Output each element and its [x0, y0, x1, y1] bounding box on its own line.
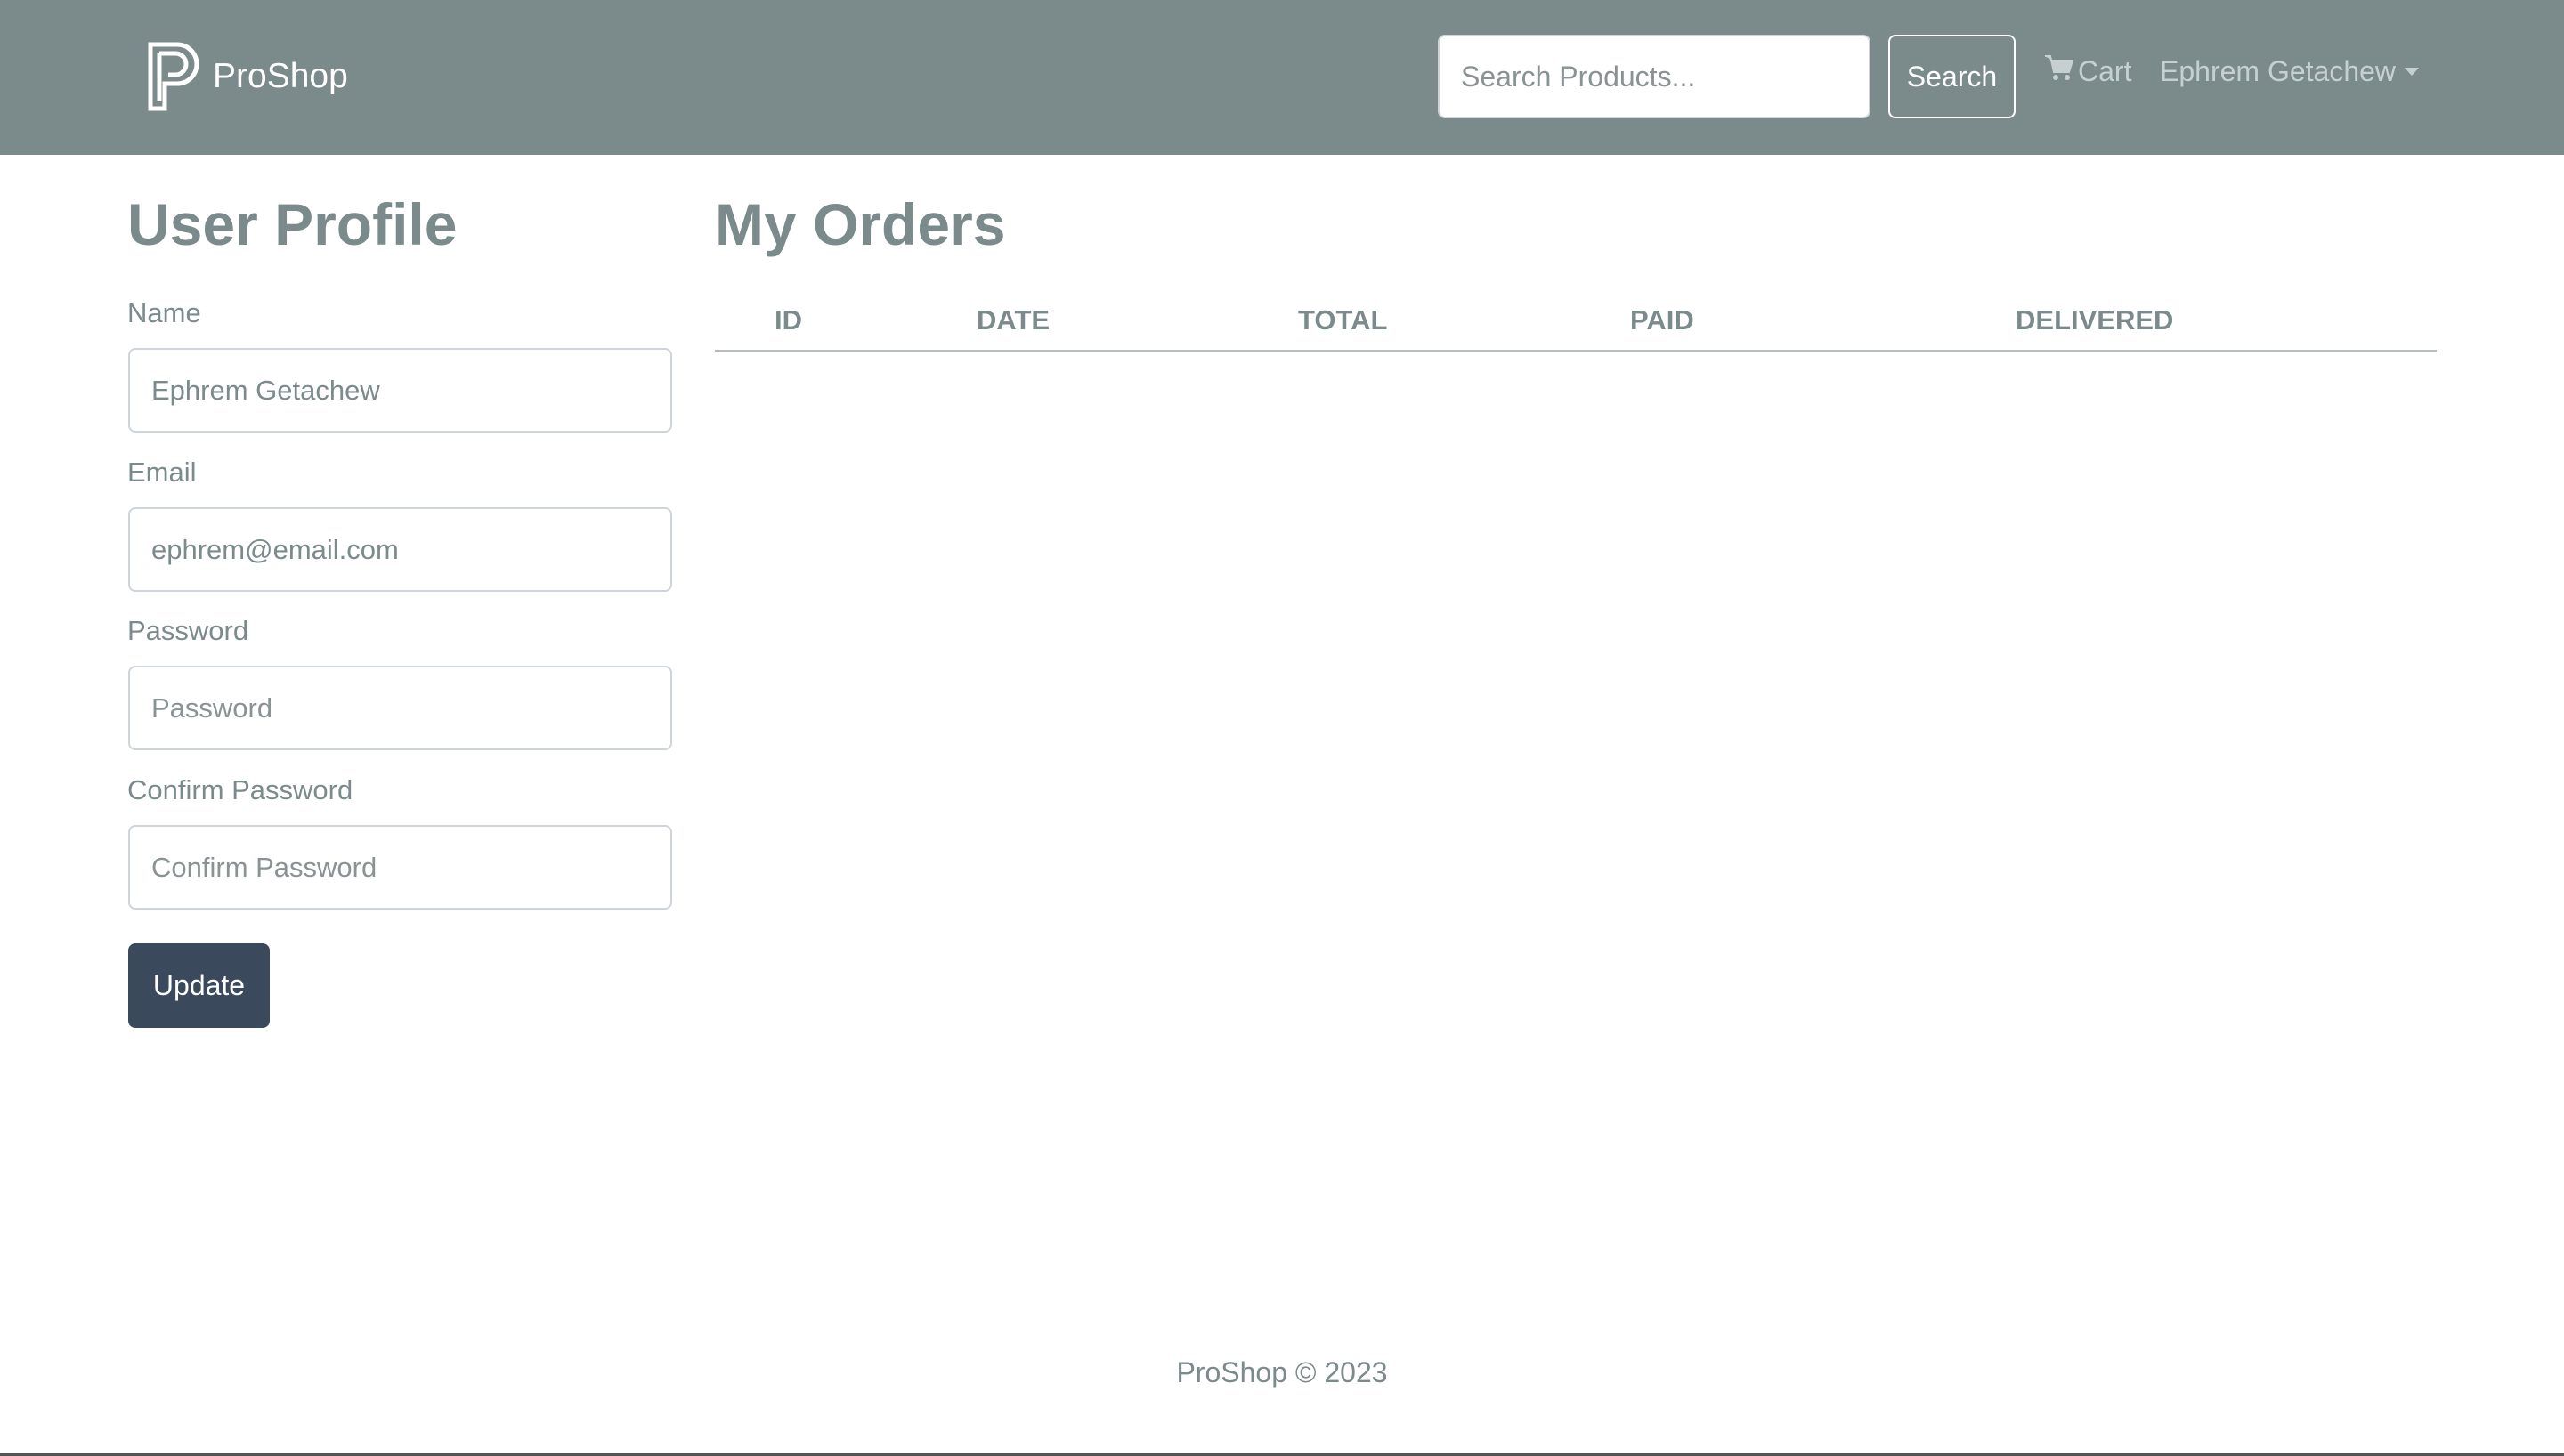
user-name: Ephrem Getachew [2160, 54, 2397, 87]
column-header-id: ID [775, 304, 802, 336]
brand-link[interactable]: ProShop [147, 39, 348, 114]
column-header-paid: PAID [1630, 304, 1694, 336]
confirm-password-field[interactable] [128, 825, 672, 910]
cart-link[interactable]: Cart [2044, 50, 2131, 93]
caret-down-icon [2405, 67, 2420, 76]
column-header-total: TOTAL [1298, 304, 1388, 336]
user-dropdown[interactable]: Ephrem Getachew [2160, 50, 2420, 93]
navbar: ProShop Search Cart Ephrem Getachew [0, 0, 2564, 155]
search-input[interactable] [1438, 35, 1870, 118]
cart-label: Cart [2078, 54, 2132, 87]
password-label: Password [127, 615, 249, 646]
column-header-date: DATE [977, 304, 1051, 336]
name-field[interactable] [128, 348, 672, 433]
proshop-logo-icon [147, 37, 200, 117]
brand-name: ProShop [213, 57, 348, 95]
orders-table: ID DATE TOTAL PAID DELIVERED [715, 299, 2437, 352]
confirm-password-label: Confirm Password [127, 774, 353, 805]
password-field[interactable] [128, 666, 672, 750]
update-button[interactable]: Update [128, 943, 270, 1028]
search-button[interactable]: Search [1888, 35, 2016, 118]
cart-icon [2044, 53, 2074, 89]
column-header-delivered: DELIVERED [2016, 304, 2174, 336]
name-label: Name [127, 297, 201, 328]
footer-copyright: ProShop © 2023 [1176, 1356, 1388, 1388]
email-field[interactable] [128, 507, 672, 592]
profile-title: User Profile [127, 191, 458, 257]
orders-title: My Orders [715, 191, 1006, 257]
email-label: Email [127, 457, 197, 488]
